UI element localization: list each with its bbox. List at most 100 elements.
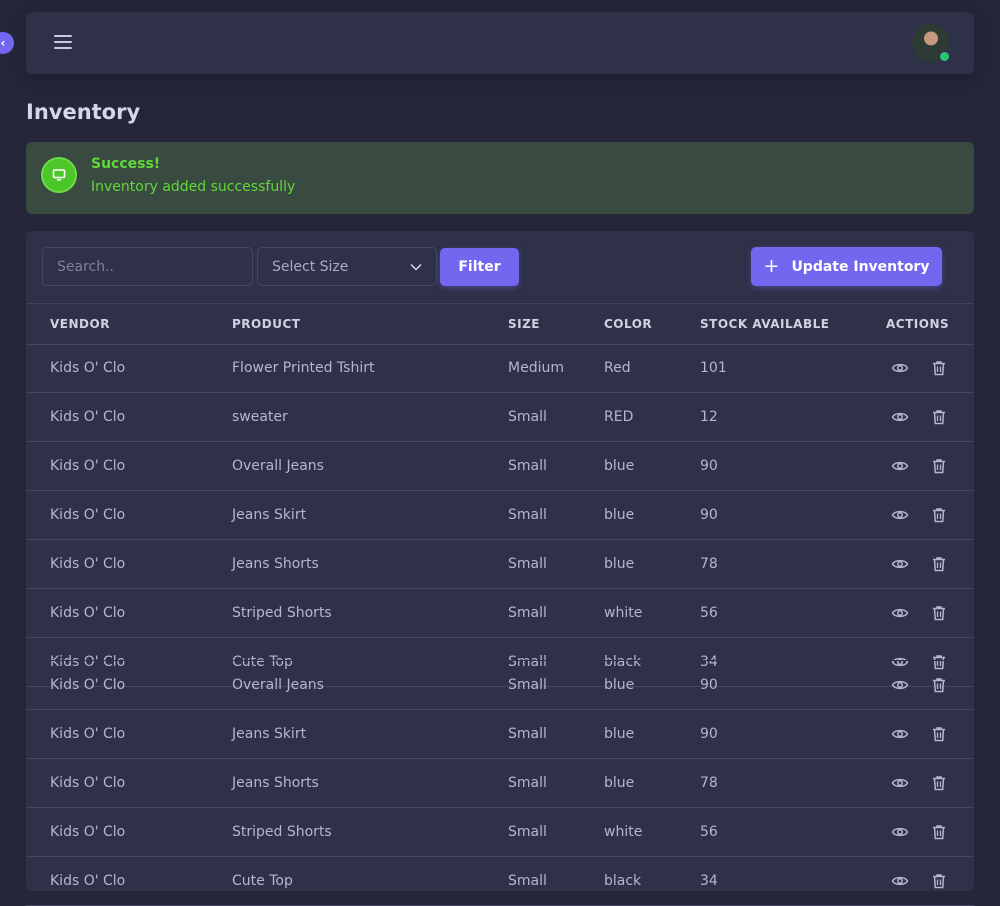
trash-icon[interactable] (930, 555, 948, 573)
trash-icon[interactable] (930, 604, 948, 622)
size-cell: Small (508, 677, 547, 693)
alert-message: Inventory added successfully (91, 179, 296, 195)
eye-icon[interactable] (891, 457, 909, 475)
plus-icon: + (763, 255, 780, 277)
color-cell: blue (604, 507, 635, 523)
color-cell: blue (604, 775, 635, 791)
product-cell: Overall Jeans (232, 677, 324, 693)
product-cell: Jeans Skirt (232, 726, 307, 742)
trash-icon[interactable] (930, 359, 948, 377)
vendor-cell: Kids O' Clo (50, 556, 126, 572)
column-header-stock: STOCK AVAILABLE (700, 317, 830, 331)
size-cell: Small (508, 873, 547, 889)
stock-cell: 12 (700, 409, 718, 425)
stock-cell: 90 (700, 507, 718, 523)
trash-icon[interactable] (930, 457, 948, 475)
size-cell: Small (508, 458, 547, 474)
table-row: Kids O' Clo Jeans Shorts Small blue 78 (26, 540, 974, 589)
stock-cell: 78 (700, 775, 718, 791)
success-alert: Success! Inventory added successfully (26, 142, 974, 214)
product-cell: Cute Top (232, 873, 293, 889)
trash-icon[interactable] (930, 823, 948, 841)
table-row: Kids O' Clo Overall Jeans Small blue 90 (26, 661, 974, 710)
eye-icon[interactable] (891, 604, 909, 622)
page-title: Inventory (26, 100, 141, 124)
stock-cell: 90 (700, 726, 718, 742)
color-cell: black (604, 873, 642, 889)
table-row: Kids O' Clo Overall Jeans Small blue 90 (26, 442, 974, 491)
color-cell: white (604, 824, 643, 840)
eye-icon[interactable] (891, 823, 909, 841)
vendor-cell: Kids O' Clo (50, 458, 126, 474)
inventory-card: Select Size Filter + Update Inventory VE… (26, 231, 974, 906)
eye-icon[interactable] (891, 676, 909, 694)
size-cell: Small (508, 507, 547, 523)
product-cell: Jeans Shorts (232, 556, 319, 572)
trash-icon[interactable] (930, 774, 948, 792)
color-cell: RED (604, 409, 634, 425)
trash-icon[interactable] (930, 725, 948, 743)
product-cell: sweater (232, 409, 288, 425)
trash-icon[interactable] (930, 676, 948, 694)
trash-icon[interactable] (930, 872, 948, 890)
stock-cell: 78 (700, 556, 718, 572)
menu-icon[interactable] (54, 35, 72, 49)
product-cell: Striped Shorts (232, 605, 332, 621)
vendor-cell: Kids O' Clo (50, 677, 126, 693)
column-header-color: COLOR (604, 317, 653, 331)
color-cell: blue (604, 726, 635, 742)
filter-button[interactable]: Filter (440, 248, 519, 286)
sidebar-collapse-toggle[interactable]: ‹ (0, 32, 14, 54)
size-cell: Small (508, 605, 547, 621)
trash-icon[interactable] (930, 408, 948, 426)
column-header-product: PRODUCT (232, 317, 301, 331)
online-status-icon (938, 50, 951, 63)
eye-icon[interactable] (891, 555, 909, 573)
eye-icon[interactable] (891, 506, 909, 524)
eye-icon[interactable] (891, 725, 909, 743)
eye-icon[interactable] (891, 774, 909, 792)
size-cell: Small (508, 824, 547, 840)
table-row: Kids O' Clo Flower Printed Tshirt Medium Re… (26, 344, 974, 393)
monitor-icon (41, 157, 77, 193)
table-row: Kids O' Clo Jeans Skirt Small blue 90 (26, 710, 974, 759)
table-row: Kids O' Clo Striped Shorts Small white 56 (26, 808, 974, 857)
search-input[interactable] (42, 247, 253, 286)
product-cell: Flower Printed Tshirt (232, 360, 375, 376)
stock-cell: 34 (700, 873, 718, 889)
table-row: Kids O' Clo sweater Small RED 12 (26, 393, 974, 442)
stock-cell: 101 (700, 360, 727, 376)
stock-cell: 90 (700, 677, 718, 693)
top-navbar (26, 12, 974, 74)
size-cell: Small (508, 556, 547, 572)
vendor-cell: Kids O' Clo (50, 726, 126, 742)
alert-title: Success! (91, 156, 161, 172)
table-header: VENDOR PRODUCT SIZE COLOR STOCK AVAILABL… (26, 303, 974, 345)
stock-cell: 56 (700, 824, 718, 840)
trash-icon[interactable] (930, 506, 948, 524)
stock-cell: 90 (700, 458, 718, 474)
eye-icon[interactable] (891, 872, 909, 890)
column-header-vendor: VENDOR (50, 317, 110, 331)
product-cell: Jeans Skirt (232, 507, 307, 523)
vendor-cell: Kids O' Clo (50, 409, 126, 425)
size-cell: Medium (508, 360, 564, 376)
product-cell: Overall Jeans (232, 458, 324, 474)
size-cell: Small (508, 775, 547, 791)
update-inventory-button[interactable]: + Update Inventory (751, 247, 942, 286)
vendor-cell: Kids O' Clo (50, 775, 126, 791)
table-row: Kids O' Clo Jeans Skirt Small blue 90 (26, 491, 974, 540)
table-row: Kids O' Clo Striped Shorts Small white 56 (26, 589, 974, 638)
vendor-cell: Kids O' Clo (50, 507, 126, 523)
stock-cell: 56 (700, 605, 718, 621)
color-cell: white (604, 605, 643, 621)
update-inventory-label: Update Inventory (791, 258, 930, 275)
product-cell: Jeans Shorts (232, 775, 319, 791)
eye-icon[interactable] (891, 408, 909, 426)
chevron-down-icon (410, 259, 422, 275)
render-seam (26, 660, 974, 661)
vendor-cell: Kids O' Clo (50, 605, 126, 621)
avatar[interactable] (912, 24, 951, 63)
size-select[interactable]: Select Size (257, 247, 437, 286)
eye-icon[interactable] (891, 359, 909, 377)
